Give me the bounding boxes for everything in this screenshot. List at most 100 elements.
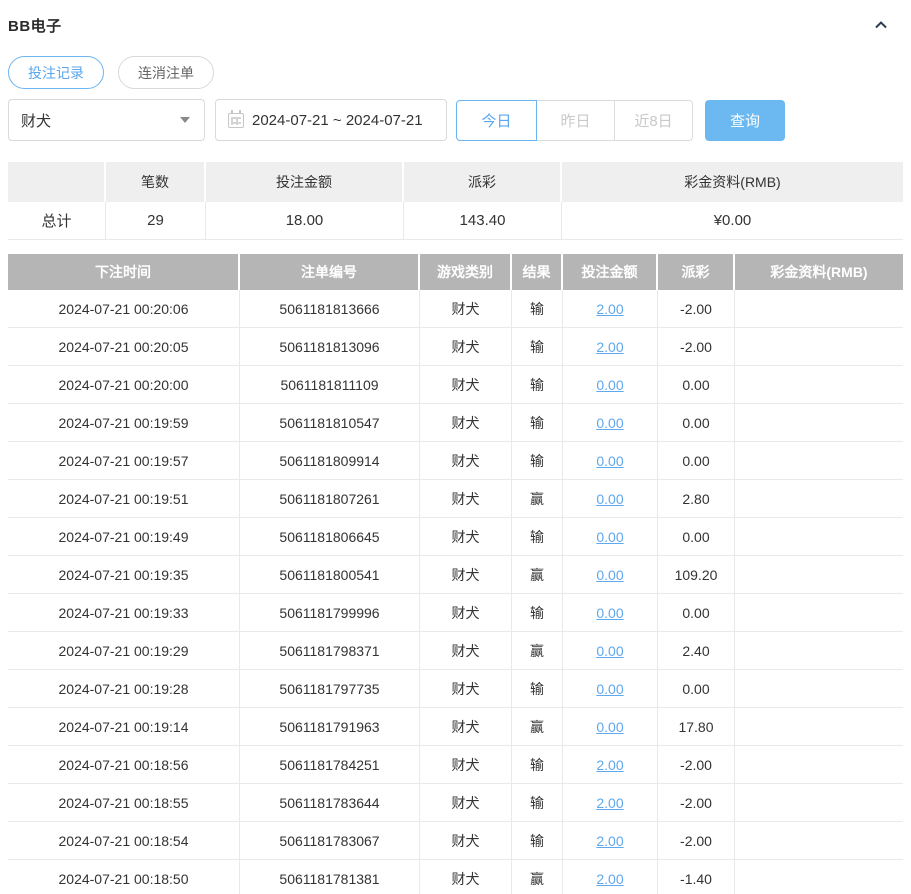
cell-bet-amount: 2.00 (563, 822, 658, 859)
cell-bet-amount: 2.00 (563, 290, 658, 327)
table-row: 2024-07-21 00:19:59 5061181810547 财犬输 0.00 0… (8, 404, 903, 442)
cell-bet-time: 2024-07-21 00:19:33 (8, 594, 240, 631)
cell-order-id: 5061181810547 (240, 404, 420, 441)
summary-header-row: 笔数 投注金额 派彩 彩金资料(RMB) (8, 162, 903, 202)
bet-amount-link[interactable]: 0.00 (596, 643, 623, 659)
bet-amount-link[interactable]: 0.00 (596, 453, 623, 469)
cell-order-id: 5061181783644 (240, 784, 420, 821)
summary-col-header: 笔数 (106, 162, 206, 202)
cell-game-type: 财犬 (420, 860, 512, 894)
cell-order-id: 5061181809914 (240, 442, 420, 479)
records-col-header: 注单编号 (240, 254, 420, 290)
cell-bet-time: 2024-07-21 00:18:50 (8, 860, 240, 894)
caret-down-icon (180, 117, 190, 123)
bet-amount-link[interactable]: 0.00 (596, 529, 623, 545)
quick-range-label: 今日 (481, 112, 512, 130)
cell-order-id: 5061181807261 (240, 480, 420, 517)
summary-bet-amount: 18.00 (206, 202, 404, 239)
cell-payout: -2.00 (658, 784, 735, 821)
cell-bonus (735, 518, 903, 555)
summary-col-header: 派彩 (404, 162, 562, 202)
records-col-header: 投注金额 (563, 254, 658, 290)
cell-bet-time: 2024-07-21 00:19:29 (8, 632, 240, 669)
chevron-up-icon[interactable] (871, 15, 891, 35)
cell-bet-amount: 2.00 (563, 328, 658, 365)
cell-game-type: 财犬 (420, 328, 512, 365)
cell-result: 赢 (512, 632, 563, 669)
bet-amount-link[interactable]: 0.00 (596, 605, 623, 621)
cell-result: 输 (512, 594, 563, 631)
cell-payout: -2.00 (658, 822, 735, 859)
tab-bet-records[interactable]: 投注记录 (8, 56, 104, 89)
bet-amount-link[interactable]: 0.00 (596, 719, 623, 735)
cell-bonus (735, 480, 903, 517)
bet-amount-link[interactable]: 2.00 (596, 757, 623, 773)
quick-range-label: 近8日 (634, 112, 673, 130)
table-row: 2024-07-21 00:19:29 5061181798371 财犬赢 0.00 2… (8, 632, 903, 670)
cell-payout: 17.80 (658, 708, 735, 745)
cell-bonus (735, 746, 903, 783)
cell-bonus (735, 442, 903, 479)
records-col-header: 派彩 (658, 254, 735, 290)
titlebar: BB电子 (8, 12, 903, 38)
summary-count: 29 (106, 202, 206, 239)
cell-game-type: 财犬 (420, 518, 512, 555)
cell-bet-amount: 0.00 (563, 442, 658, 479)
summary-total-row: 总计 29 18.00 143.40 ¥0.00 (8, 202, 903, 240)
cell-game-type: 财犬 (420, 670, 512, 707)
cell-bet-time: 2024-07-21 00:19:28 (8, 670, 240, 707)
cell-bet-amount: 0.00 (563, 632, 658, 669)
cell-payout: 0.00 (658, 670, 735, 707)
cell-bonus (735, 366, 903, 403)
cell-result: 输 (512, 442, 563, 479)
cell-bonus (735, 632, 903, 669)
cell-payout: 0.00 (658, 366, 735, 403)
table-row: 2024-07-21 00:19:28 5061181797735 财犬输 0.00 0… (8, 670, 903, 708)
query-button[interactable]: 查询 (705, 99, 785, 141)
game-select-value: 财犬 (21, 112, 52, 130)
quick-range-last8days[interactable]: 近8日 (614, 99, 693, 141)
bet-amount-link[interactable]: 2.00 (596, 795, 623, 811)
cell-payout: 0.00 (658, 518, 735, 555)
table-row: 2024-07-21 00:18:55 5061181783644 财犬输 2.00 -… (8, 784, 903, 822)
bet-amount-link[interactable]: 2.00 (596, 833, 623, 849)
tabs: 投注记录 连消注单 (8, 56, 903, 89)
calendar-icon (228, 109, 244, 128)
cell-order-id: 5061181781381 (240, 860, 420, 894)
bet-amount-link[interactable]: 2.00 (596, 871, 623, 887)
bet-amount-link[interactable]: 0.00 (596, 415, 623, 431)
date-range-input[interactable]: 2024-07-21 ~ 2024-07-21 (215, 99, 447, 141)
summary-payout: 143.40 (404, 202, 562, 239)
page-title: BB电子 (8, 17, 62, 35)
quick-range-today[interactable]: 今日 (456, 99, 537, 141)
quick-range-yesterday[interactable]: 昨日 (536, 99, 615, 141)
cell-game-type: 财犬 (420, 556, 512, 593)
tab-label: 投注记录 (28, 64, 84, 81)
bet-amount-link[interactable]: 2.00 (596, 339, 623, 355)
bet-amount-link[interactable]: 0.00 (596, 377, 623, 393)
cell-order-id: 5061181813096 (240, 328, 420, 365)
bet-amount-link[interactable]: 0.00 (596, 491, 623, 507)
cell-payout: 0.00 (658, 442, 735, 479)
game-select[interactable]: 财犬 (8, 99, 205, 141)
records-col-header: 下注时间 (8, 254, 240, 290)
cell-payout: -2.00 (658, 290, 735, 327)
cell-bet-time: 2024-07-21 00:20:06 (8, 290, 240, 327)
cell-bonus (735, 708, 903, 745)
table-row: 2024-07-21 00:20:00 5061181811109 财犬输 0.00 0… (8, 366, 903, 404)
cell-order-id: 5061181800541 (240, 556, 420, 593)
cell-payout: -1.40 (658, 860, 735, 894)
cell-bet-time: 2024-07-21 00:20:00 (8, 366, 240, 403)
records-table: 下注时间 注单编号 游戏类别 结果 投注金额 派彩 彩金资料(RMB) 2024-07-21… (8, 254, 903, 894)
date-range-value: 2024-07-21 ~ 2024-07-21 (252, 111, 423, 129)
cell-order-id: 5061181806645 (240, 518, 420, 555)
bet-amount-link[interactable]: 0.00 (596, 567, 623, 583)
cell-result: 输 (512, 518, 563, 555)
cell-bet-amount: 0.00 (563, 480, 658, 517)
cell-bet-amount: 2.00 (563, 860, 658, 894)
cell-game-type: 财犬 (420, 784, 512, 821)
bet-amount-link[interactable]: 0.00 (596, 681, 623, 697)
tab-cancelled-orders[interactable]: 连消注单 (118, 56, 214, 89)
summary-col-header: 彩金资料(RMB) (562, 162, 903, 202)
bet-amount-link[interactable]: 2.00 (596, 301, 623, 317)
